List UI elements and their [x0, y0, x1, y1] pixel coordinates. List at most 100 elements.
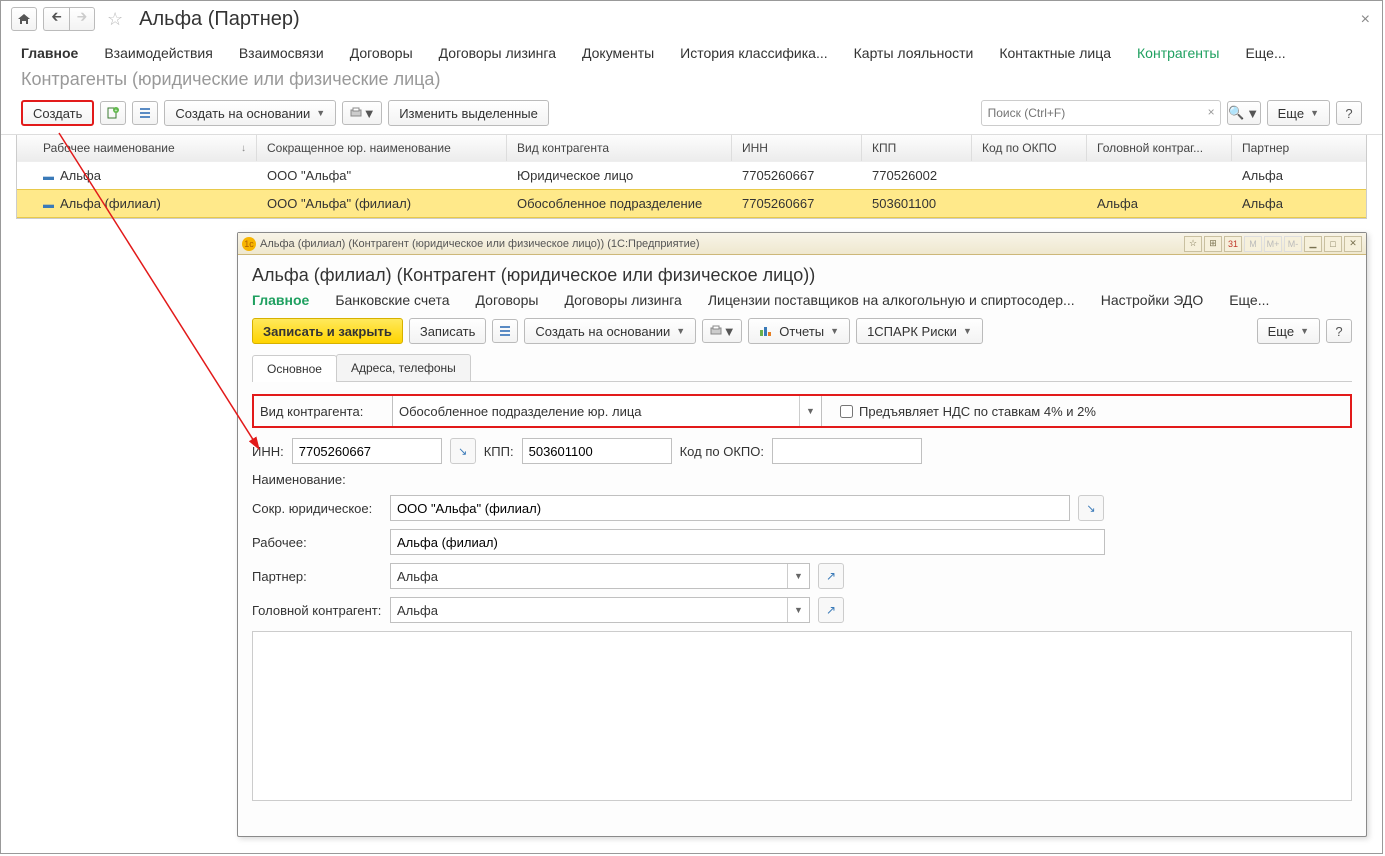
chart-icon — [759, 325, 771, 337]
partner-select[interactable]: Альфа ▼ — [390, 563, 810, 589]
naming-label: Наименование: — [252, 472, 382, 487]
calendar-icon[interactable]: 31 — [1224, 236, 1242, 252]
change-selected-button[interactable]: Изменить выделенные — [388, 100, 549, 126]
tab-more[interactable]: Еще... — [1245, 45, 1285, 61]
tab-relations[interactable]: Взаимосвязи — [239, 45, 324, 61]
chevron-down-icon: ▼ — [363, 106, 376, 121]
notes-textarea[interactable] — [252, 631, 1352, 801]
minimize-icon[interactable]: ▁ — [1304, 236, 1322, 252]
okpo-field[interactable] — [772, 438, 922, 464]
dlg-tab-contracts[interactable]: Договоры — [476, 292, 539, 308]
short-field[interactable] — [390, 495, 1070, 521]
copy-button[interactable]: + — [100, 101, 126, 125]
chevron-down-icon[interactable]: ▼ — [787, 564, 809, 588]
th-head[interactable]: Головной контраг... — [1087, 135, 1232, 161]
short-expand-button[interactable]: ↘ — [1078, 495, 1104, 521]
nav-back-button[interactable]: 🡰 — [43, 7, 69, 31]
chevron-down-icon[interactable]: ▼ — [787, 598, 809, 622]
table-row[interactable]: ▬Альфа ООО "Альфа" Юридическое лицо 7705… — [17, 161, 1366, 189]
page-title: Альфа (Партнер) — [139, 8, 300, 31]
tab-contracts[interactable]: Договоры — [350, 45, 413, 61]
calc-icon[interactable]: ⊞ — [1204, 236, 1222, 252]
memo-mminus-icon[interactable]: M- — [1284, 236, 1302, 252]
dlg-help-button[interactable]: ? — [1326, 319, 1352, 343]
tab-contacts[interactable]: Контактные лица — [999, 45, 1111, 61]
subtab-addresses[interactable]: Адреса, телефоны — [336, 354, 471, 381]
inn-lookup-button[interactable]: ↘ — [450, 438, 476, 464]
search-input[interactable] — [981, 100, 1221, 126]
help-button[interactable]: ? — [1336, 101, 1362, 125]
dlg-tab-licenses[interactable]: Лицензии поставщиков на алкогольную и сп… — [708, 292, 1075, 308]
list-view-button[interactable] — [132, 101, 158, 125]
working-label: Рабочее: — [252, 535, 382, 550]
list-view-button[interactable] — [492, 319, 518, 343]
th-partner[interactable]: Партнер — [1232, 135, 1352, 161]
tab-leasing[interactable]: Договоры лизинга — [439, 45, 556, 61]
tab-interactions[interactable]: Взаимодействия — [104, 45, 213, 61]
search-clear-icon[interactable]: × — [1208, 105, 1215, 119]
tab-main[interactable]: Главное — [21, 45, 78, 61]
chevron-down-icon: ▼ — [1246, 106, 1259, 121]
dlg-tab-leasing[interactable]: Договоры лизинга — [564, 292, 681, 308]
svg-text:+: + — [115, 108, 118, 114]
reports-button[interactable]: Отчеты▼ — [748, 318, 850, 344]
type-select[interactable]: Обособленное подразделение юр. лица ▼ — [392, 396, 822, 426]
dlg-print-button[interactable]: ▼ — [702, 319, 742, 343]
table-row[interactable]: ▬Альфа (филиал) ООО "Альфа" (филиал) Обо… — [17, 189, 1366, 218]
vat-label: Предъявляет НДС по ставкам 4% и 2% — [859, 404, 1096, 419]
dialog-toolbar: Записать и закрыть Записать Создать на о… — [252, 318, 1352, 344]
head-label: Головной контрагент: — [252, 603, 382, 618]
vat-checkbox[interactable] — [840, 405, 853, 418]
app-icon: 1c — [242, 237, 256, 251]
okpo-label: Код по ОКПО: — [680, 444, 764, 459]
maximize-icon[interactable]: □ — [1324, 236, 1342, 252]
create-button[interactable]: Создать — [21, 100, 94, 126]
tab-history[interactable]: История классифика... — [680, 45, 827, 61]
th-inn[interactable]: ИНН — [732, 135, 862, 161]
dlg-tab-bank[interactable]: Банковские счета — [335, 292, 449, 308]
more-button[interactable]: Еще▼ — [1267, 100, 1330, 126]
th-kpp[interactable]: КПП — [862, 135, 972, 161]
row-node-icon: ▬ — [43, 171, 54, 183]
partner-open-button[interactable]: ↗ — [818, 563, 844, 589]
th-name[interactable]: Рабочее наименование↓ — [17, 135, 257, 161]
save-close-button[interactable]: Записать и закрыть — [252, 318, 403, 344]
short-label: Сокр. юридическое: — [252, 501, 382, 516]
dlg-tab-edo[interactable]: Настройки ЭДО — [1101, 292, 1204, 308]
th-type[interactable]: Вид контрагента — [507, 135, 732, 161]
th-short[interactable]: Сокращенное юр. наименование — [257, 135, 507, 161]
dialog-subtabs: Основное Адреса, телефоны — [252, 354, 1352, 382]
dialog-titlebar: 1c Альфа (филиал) (Контрагент (юридическ… — [238, 233, 1366, 255]
fav-icon[interactable]: ☆ — [1184, 236, 1202, 252]
chevron-down-icon: ▼ — [316, 108, 325, 118]
head-select[interactable]: Альфа ▼ — [390, 597, 810, 623]
memo-m-icon[interactable]: M — [1244, 236, 1262, 252]
working-field[interactable] — [390, 529, 1105, 555]
chevron-down-icon[interactable]: ▼ — [799, 396, 821, 426]
kpp-field[interactable] — [522, 438, 672, 464]
row-node-icon: ▬ — [43, 199, 54, 211]
tab-loyalty[interactable]: Карты лояльности — [854, 45, 974, 61]
chevron-down-icon: ▼ — [963, 326, 972, 336]
memo-mplus-icon[interactable]: M+ — [1264, 236, 1282, 252]
dlg-more-button[interactable]: Еще▼ — [1257, 318, 1320, 344]
search-button[interactable]: 🔍▼ — [1227, 101, 1261, 125]
spark-button[interactable]: 1СПАРК Риски▼ — [856, 318, 983, 344]
head-open-button[interactable]: ↗ — [818, 597, 844, 623]
subtab-main[interactable]: Основное — [252, 355, 337, 382]
dlg-create-based-button[interactable]: Создать на основании▼ — [524, 318, 696, 344]
save-button[interactable]: Записать — [409, 318, 487, 344]
close-dialog-icon[interactable]: ✕ — [1344, 236, 1362, 252]
dlg-tab-more[interactable]: Еще... — [1229, 292, 1269, 308]
tab-documents[interactable]: Документы — [582, 45, 654, 61]
nav-forward-button[interactable]: 🡲 — [69, 7, 95, 31]
tab-contragents[interactable]: Контрагенты — [1137, 45, 1219, 61]
print-button[interactable]: ▼ — [342, 101, 382, 125]
home-button[interactable] — [11, 7, 37, 31]
inn-field[interactable] — [292, 438, 442, 464]
favorite-star-icon[interactable]: ☆ — [107, 9, 123, 30]
close-icon[interactable]: × — [1361, 11, 1370, 29]
dlg-tab-main[interactable]: Главное — [252, 292, 309, 308]
create-based-button[interactable]: Создать на основании▼ — [164, 100, 336, 126]
th-okpo[interactable]: Код по ОКПО — [972, 135, 1087, 161]
